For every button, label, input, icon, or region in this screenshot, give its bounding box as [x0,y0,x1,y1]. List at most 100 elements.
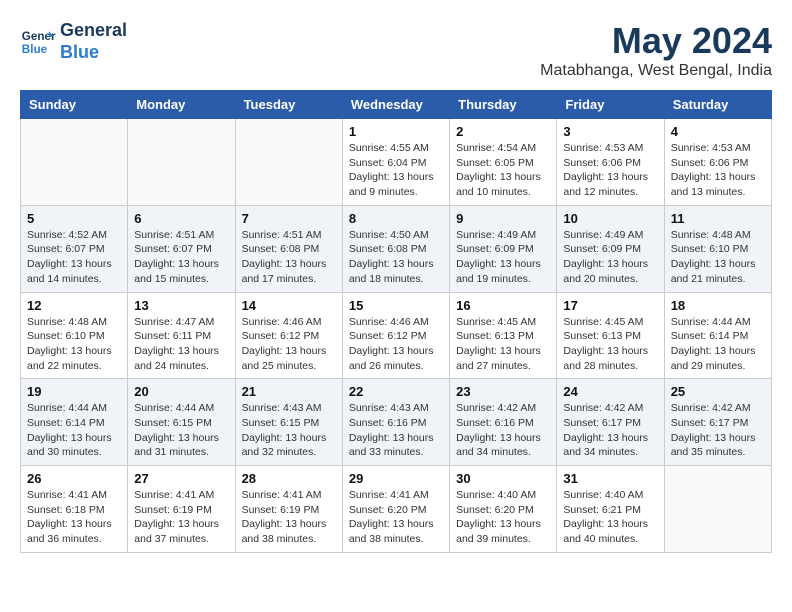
table-row: 2 Sunrise: 4:54 AMSunset: 6:05 PMDaylight… [450,119,557,206]
day-number: 18 [671,298,765,313]
table-row: 28Sunrise: 4:41 AMSunset: 6:19 PMDayligh… [235,466,342,553]
day-info: Sunrise: 4:41 AMSunset: 6:19 PMDaylight:… [134,488,228,547]
day-info: Sunrise: 4:54 AMSunset: 6:05 PMDaylight:… [456,141,550,200]
logo: General Blue General Blue [20,20,127,63]
table-row: 14 Sunrise: 4:46 AMSunset: 6:12 PMDayligh… [235,292,342,379]
day-number: 27 [134,471,228,486]
day-info: Sunrise: 4:53 AMSunset: 6:06 PMDaylight:… [563,141,657,200]
day-number: 7 [242,211,336,226]
table-row: 11 Sunrise: 4:48 AMSunset: 6:10 PMDayligh… [664,205,771,292]
day-info: Sunrise: 4:43 AMSunset: 6:15 PMDaylight:… [242,401,336,460]
calendar-week-row: 12 Sunrise: 4:48 AMSunset: 6:10 PMDayligh… [21,292,772,379]
col-thursday: Thursday [450,91,557,119]
day-number: 2 [456,124,550,139]
table-row: 12 Sunrise: 4:48 AMSunset: 6:10 PMDayligh… [21,292,128,379]
day-info: Sunrise: 4:45 AMSunset: 6:13 PMDaylight:… [456,315,550,374]
day-info: Sunrise: 4:45 AMSunset: 6:13 PMDaylight:… [563,315,657,374]
table-row: 1 Sunrise: 4:55 AMSunset: 6:04 PMDaylight… [342,119,449,206]
day-info: Sunrise: 4:44 AMSunset: 6:14 PMDaylight:… [671,315,765,374]
day-info: Sunrise: 4:48 AMSunset: 6:10 PMDaylight:… [671,228,765,287]
calendar-week-row: 5 Sunrise: 4:52 AMSunset: 6:07 PMDaylight… [21,205,772,292]
day-info: Sunrise: 4:44 AMSunset: 6:14 PMDaylight:… [27,401,121,460]
day-number: 5 [27,211,121,226]
day-number: 26 [27,471,121,486]
table-row: 8 Sunrise: 4:50 AMSunset: 6:08 PMDaylight… [342,205,449,292]
day-info: Sunrise: 4:42 AMSunset: 6:17 PMDaylight:… [563,401,657,460]
day-number: 25 [671,384,765,399]
day-info: Sunrise: 4:52 AMSunset: 6:07 PMDaylight:… [27,228,121,287]
day-number: 6 [134,211,228,226]
svg-text:General: General [22,30,56,43]
table-row: 27 Sunrise: 4:41 AMSunset: 6:19 PMDayligh… [128,466,235,553]
logo-icon: General Blue [20,24,56,60]
table-row: 19 Sunrise: 4:44 AMSunset: 6:14 PMDayligh… [21,379,128,466]
table-row: 31Sunrise: 4:40 AMSunset: 6:21 PMDayligh… [557,466,664,553]
svg-text:Blue: Blue [22,42,48,55]
table-row: 30Sunrise: 4:40 AMSunset: 6:20 PMDayligh… [450,466,557,553]
day-info: Sunrise: 4:49 AMSunset: 6:09 PMDaylight:… [456,228,550,287]
day-number: 10 [563,211,657,226]
table-row: 24Sunrise: 4:42 AMSunset: 6:17 PMDayligh… [557,379,664,466]
table-row: 6Sunrise: 4:51 AMSunset: 6:07 PMDaylight… [128,205,235,292]
table-row [235,119,342,206]
col-tuesday: Tuesday [235,91,342,119]
day-info: Sunrise: 4:55 AMSunset: 6:04 PMDaylight:… [349,141,443,200]
table-row [664,466,771,553]
table-row: 15 Sunrise: 4:46 AMSunset: 6:12 PMDayligh… [342,292,449,379]
day-number: 15 [349,298,443,313]
day-info: Sunrise: 4:44 AMSunset: 6:15 PMDaylight:… [134,401,228,460]
table-row: 21Sunrise: 4:43 AMSunset: 6:15 PMDayligh… [235,379,342,466]
day-number: 17 [563,298,657,313]
calendar-week-row: 19 Sunrise: 4:44 AMSunset: 6:14 PMDayligh… [21,379,772,466]
day-info: Sunrise: 4:41 AMSunset: 6:18 PMDaylight:… [27,488,121,547]
day-number: 28 [242,471,336,486]
table-row: 5 Sunrise: 4:52 AMSunset: 6:07 PMDaylight… [21,205,128,292]
page-header: General Blue General Blue May 2024 Matab… [20,20,772,80]
day-info: Sunrise: 4:53 AMSunset: 6:06 PMDaylight:… [671,141,765,200]
col-friday: Friday [557,91,664,119]
table-row: 3 Sunrise: 4:53 AMSunset: 6:06 PMDaylight… [557,119,664,206]
day-number: 16 [456,298,550,313]
calendar-week-row: 26 Sunrise: 4:41 AMSunset: 6:18 PMDayligh… [21,466,772,553]
day-number: 1 [349,124,443,139]
day-number: 11 [671,211,765,226]
day-info: Sunrise: 4:51 AMSunset: 6:08 PMDaylight:… [242,228,336,287]
day-info: Sunrise: 4:43 AMSunset: 6:16 PMDaylight:… [349,401,443,460]
table-row [21,119,128,206]
day-number: 19 [27,384,121,399]
col-saturday: Saturday [664,91,771,119]
calendar-header-row: Sunday Monday Tuesday Wednesday Thursday… [21,91,772,119]
col-monday: Monday [128,91,235,119]
logo-text-line2: Blue [60,42,127,64]
day-number: 22 [349,384,443,399]
day-info: Sunrise: 4:42 AMSunset: 6:17 PMDaylight:… [671,401,765,460]
title-block: May 2024 Matabhanga, West Bengal, India [540,20,772,80]
day-info: Sunrise: 4:48 AMSunset: 6:10 PMDaylight:… [27,315,121,374]
table-row: 26 Sunrise: 4:41 AMSunset: 6:18 PMDayligh… [21,466,128,553]
day-info: Sunrise: 4:50 AMSunset: 6:08 PMDaylight:… [349,228,443,287]
calendar-week-row: 1 Sunrise: 4:55 AMSunset: 6:04 PMDaylight… [21,119,772,206]
day-info: Sunrise: 4:42 AMSunset: 6:16 PMDaylight:… [456,401,550,460]
table-row: 7 Sunrise: 4:51 AMSunset: 6:08 PMDaylight… [235,205,342,292]
table-row: 22 Sunrise: 4:43 AMSunset: 6:16 PMDayligh… [342,379,449,466]
table-row: 18 Sunrise: 4:44 AMSunset: 6:14 PMDayligh… [664,292,771,379]
col-wednesday: Wednesday [342,91,449,119]
table-row: 23Sunrise: 4:42 AMSunset: 6:16 PMDayligh… [450,379,557,466]
table-row: 10 Sunrise: 4:49 AMSunset: 6:09 PMDayligh… [557,205,664,292]
table-row: 4 Sunrise: 4:53 AMSunset: 6:06 PMDaylight… [664,119,771,206]
month-title: May 2024 [540,20,772,62]
calendar-table: Sunday Monday Tuesday Wednesday Thursday… [20,90,772,553]
day-number: 3 [563,124,657,139]
table-row: 20Sunrise: 4:44 AMSunset: 6:15 PMDayligh… [128,379,235,466]
day-info: Sunrise: 4:40 AMSunset: 6:20 PMDaylight:… [456,488,550,547]
day-info: Sunrise: 4:46 AMSunset: 6:12 PMDaylight:… [349,315,443,374]
day-info: Sunrise: 4:47 AMSunset: 6:11 PMDaylight:… [134,315,228,374]
location-title: Matabhanga, West Bengal, India [540,62,772,80]
day-number: 14 [242,298,336,313]
day-number: 8 [349,211,443,226]
day-number: 12 [27,298,121,313]
day-number: 13 [134,298,228,313]
day-info: Sunrise: 4:46 AMSunset: 6:12 PMDaylight:… [242,315,336,374]
day-number: 4 [671,124,765,139]
day-info: Sunrise: 4:49 AMSunset: 6:09 PMDaylight:… [563,228,657,287]
